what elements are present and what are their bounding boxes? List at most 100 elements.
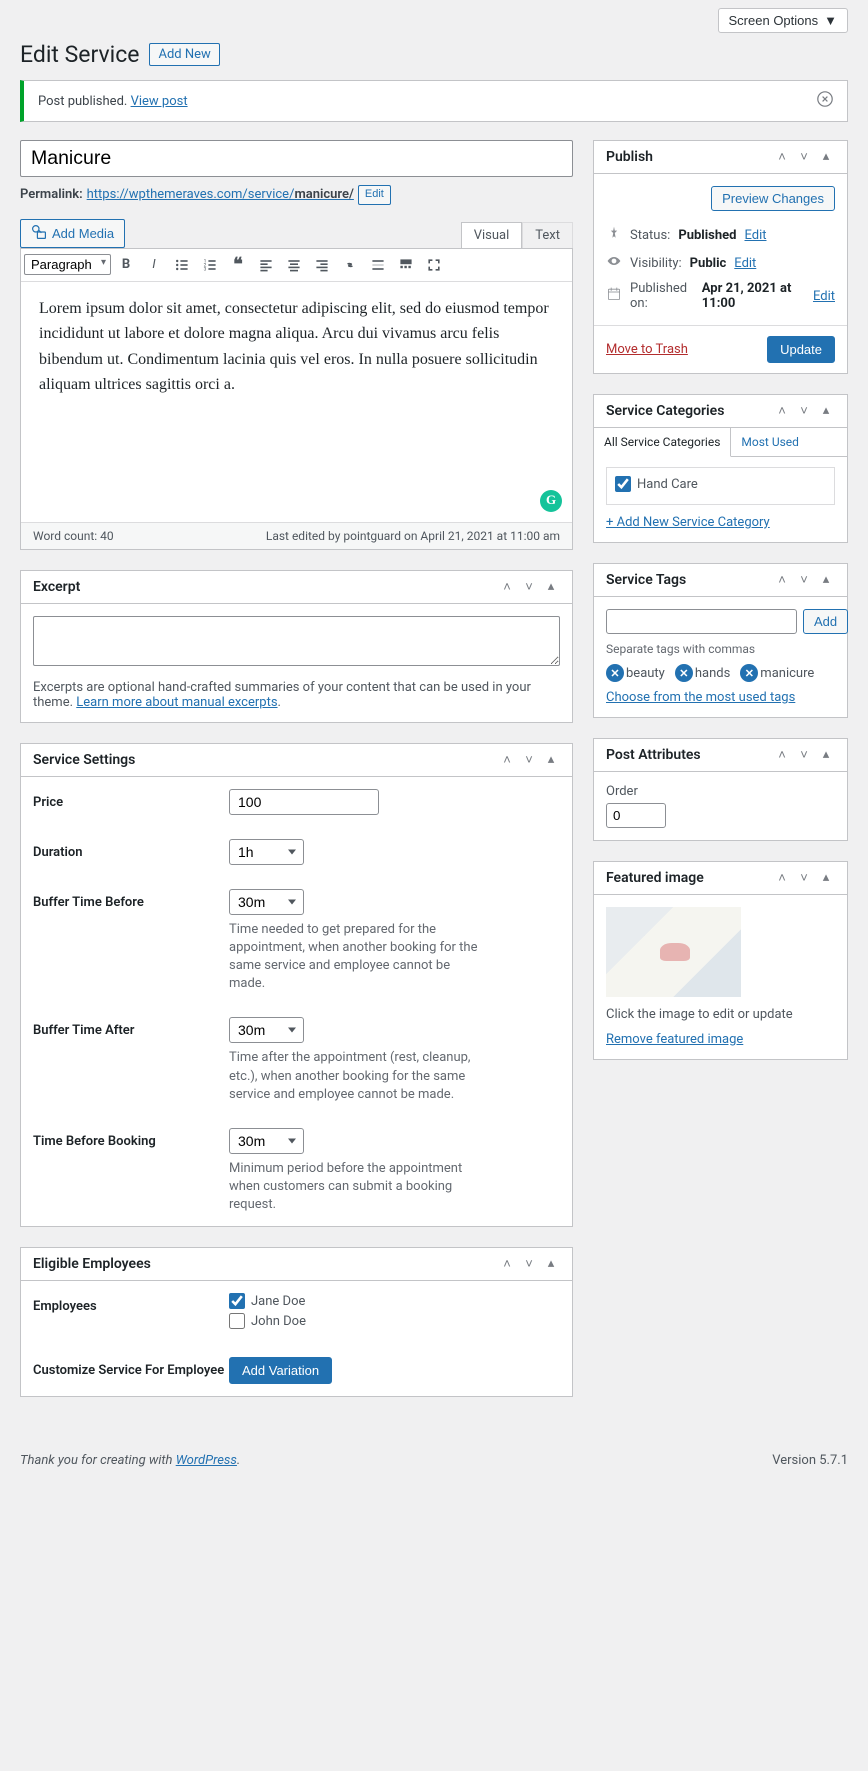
move-up-icon[interactable]: ˄ bbox=[498, 1256, 516, 1272]
category-checkbox[interactable] bbox=[615, 476, 631, 492]
edit-status-link[interactable]: Edit bbox=[744, 228, 766, 243]
readmore-icon[interactable] bbox=[365, 252, 391, 278]
tab-visual[interactable]: Visual bbox=[461, 222, 523, 248]
choose-tags-link[interactable]: Choose from the most used tags bbox=[606, 690, 795, 705]
notice-published: Post published. View post bbox=[20, 80, 848, 122]
publish-title: Publish bbox=[606, 149, 653, 165]
tag-input[interactable] bbox=[606, 609, 797, 634]
move-up-icon[interactable]: ˄ bbox=[498, 579, 516, 595]
remove-tag-icon[interactable]: ✕ bbox=[740, 664, 758, 682]
bold-icon[interactable]: B bbox=[113, 252, 139, 278]
pin-icon bbox=[606, 225, 622, 245]
move-down-icon[interactable]: ˅ bbox=[795, 870, 813, 886]
view-post-link[interactable]: View post bbox=[131, 94, 188, 109]
footer-thanks: Thank you for creating with bbox=[20, 1453, 172, 1468]
duration-select[interactable]: 1h bbox=[229, 839, 304, 865]
add-media-button[interactable]: Add Media bbox=[20, 219, 125, 248]
add-tag-button[interactable]: Add bbox=[803, 609, 848, 634]
toggle-icon[interactable]: ▴ bbox=[542, 752, 560, 768]
move-down-icon[interactable]: ˅ bbox=[795, 747, 813, 763]
remove-featured-link[interactable]: Remove featured image bbox=[606, 1032, 743, 1047]
preview-button[interactable]: Preview Changes bbox=[711, 186, 835, 211]
move-down-icon[interactable]: ˅ bbox=[520, 1256, 538, 1272]
move-up-icon[interactable]: ˄ bbox=[773, 403, 791, 419]
trash-link[interactable]: Move to Trash bbox=[606, 342, 688, 357]
employee-checkbox-john[interactable] bbox=[229, 1313, 245, 1329]
update-button[interactable]: Update bbox=[767, 336, 835, 363]
edit-date-link[interactable]: Edit bbox=[813, 289, 835, 304]
excerpt-learn-link[interactable]: Learn more about manual excerpts bbox=[76, 695, 277, 710]
toggle-icon[interactable]: ▴ bbox=[817, 747, 835, 763]
tab-all-categories[interactable]: All Service Categories bbox=[594, 428, 731, 457]
wordpress-link[interactable]: WordPress bbox=[176, 1453, 237, 1468]
tag-name: hands bbox=[695, 666, 730, 681]
published-label: Published on: bbox=[630, 281, 694, 311]
toggle-icon[interactable]: ▴ bbox=[817, 870, 835, 886]
dismiss-icon[interactable] bbox=[817, 91, 833, 111]
excerpt-textarea[interactable] bbox=[33, 616, 560, 666]
add-category-link[interactable]: + Add New Service Category bbox=[606, 515, 770, 530]
tag-name: beauty bbox=[626, 666, 665, 681]
move-up-icon[interactable]: ˄ bbox=[773, 747, 791, 763]
toolbar-toggle-icon[interactable] bbox=[393, 252, 419, 278]
remove-tag-icon[interactable]: ✕ bbox=[606, 664, 624, 682]
employee-checkbox-jane[interactable] bbox=[229, 1293, 245, 1309]
move-down-icon[interactable]: ˅ bbox=[520, 579, 538, 595]
time-before-label: Time Before Booking bbox=[33, 1128, 229, 1149]
employee-name: John Doe bbox=[251, 1314, 306, 1329]
duration-label: Duration bbox=[33, 839, 229, 860]
move-up-icon[interactable]: ˄ bbox=[773, 149, 791, 165]
editor-toolbar: Paragraph B I 123 ❝ bbox=[21, 249, 572, 282]
numbered-list-icon[interactable]: 123 bbox=[197, 252, 223, 278]
page-title: Edit Service bbox=[20, 41, 139, 68]
featured-help: Click the image to edit or update bbox=[606, 1007, 835, 1022]
align-center-icon[interactable] bbox=[281, 252, 307, 278]
attributes-title: Post Attributes bbox=[606, 747, 701, 763]
toggle-icon[interactable]: ▴ bbox=[542, 1256, 560, 1272]
align-right-icon[interactable] bbox=[309, 252, 335, 278]
word-count: Word count: 40 bbox=[33, 529, 114, 543]
move-down-icon[interactable]: ˅ bbox=[795, 149, 813, 165]
screen-options-button[interactable]: Screen Options ▼ bbox=[718, 8, 848, 33]
permalink-link[interactable]: https://wpthemeraves.com/service/manicur… bbox=[87, 187, 354, 202]
edit-permalink-button[interactable]: Edit bbox=[358, 185, 391, 205]
calendar-icon bbox=[606, 286, 622, 306]
remove-tag-icon[interactable]: ✕ bbox=[675, 664, 693, 682]
add-variation-button[interactable]: Add Variation bbox=[229, 1357, 332, 1384]
published-value: Apr 21, 2021 at 11:00 bbox=[702, 281, 805, 311]
tab-text[interactable]: Text bbox=[522, 222, 573, 248]
move-up-icon[interactable]: ˄ bbox=[498, 752, 516, 768]
bullet-list-icon[interactable] bbox=[169, 252, 195, 278]
order-input[interactable] bbox=[606, 803, 666, 828]
edit-visibility-link[interactable]: Edit bbox=[734, 256, 756, 271]
add-new-button[interactable]: Add New bbox=[149, 43, 219, 66]
toggle-icon[interactable]: ▴ bbox=[817, 572, 835, 588]
toggle-icon[interactable]: ▴ bbox=[542, 579, 560, 595]
move-down-icon[interactable]: ˅ bbox=[520, 752, 538, 768]
toggle-icon[interactable]: ▴ bbox=[817, 403, 835, 419]
buffer-after-select[interactable]: 30m bbox=[229, 1017, 304, 1043]
price-input[interactable] bbox=[229, 789, 379, 815]
tags-title: Service Tags bbox=[606, 572, 686, 588]
category-name: Hand Care bbox=[637, 477, 698, 492]
title-input[interactable] bbox=[20, 140, 573, 177]
caret-down-icon: ▼ bbox=[824, 13, 837, 28]
move-up-icon[interactable]: ˄ bbox=[773, 870, 791, 886]
buffer-before-select[interactable]: 30m bbox=[229, 889, 304, 915]
toggle-icon[interactable]: ▴ bbox=[817, 149, 835, 165]
link-icon[interactable] bbox=[337, 252, 363, 278]
fullscreen-icon[interactable] bbox=[421, 252, 447, 278]
featured-image-thumbnail[interactable] bbox=[606, 907, 741, 997]
move-down-icon[interactable]: ˅ bbox=[795, 572, 813, 588]
quote-icon[interactable]: ❝ bbox=[225, 252, 251, 278]
align-left-icon[interactable] bbox=[253, 252, 279, 278]
move-down-icon[interactable]: ˅ bbox=[795, 403, 813, 419]
tab-most-used[interactable]: Most Used bbox=[731, 428, 809, 456]
editor-content[interactable]: Lorem ipsum dolor sit amet, consectetur … bbox=[21, 282, 572, 522]
move-up-icon[interactable]: ˄ bbox=[773, 572, 791, 588]
format-select[interactable]: Paragraph bbox=[24, 254, 111, 275]
grammarly-icon[interactable]: G bbox=[540, 490, 562, 512]
time-before-select[interactable]: 30m bbox=[229, 1128, 304, 1154]
status-value: Published bbox=[678, 228, 736, 243]
italic-icon[interactable]: I bbox=[141, 252, 167, 278]
